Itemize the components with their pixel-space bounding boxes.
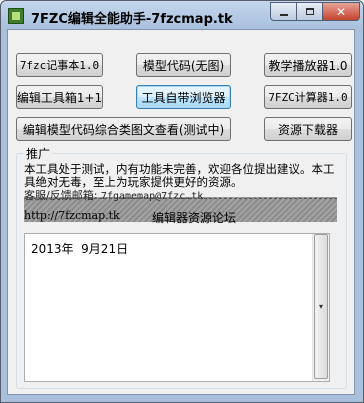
scrollbar-thumb[interactable]: ▾: [314, 234, 328, 379]
textarea-scrollbar[interactable]: ▾: [312, 234, 329, 381]
model-code-button[interactable]: 模型代码(无图): [136, 53, 231, 77]
notes-content: 2013年 9月21日: [31, 242, 129, 256]
calculator-button[interactable]: 7FZC计算器1.0: [264, 85, 352, 109]
promo-divider: [24, 198, 337, 199]
promo-forum-link[interactable]: 编辑器资源论坛: [152, 209, 236, 226]
promo-group-label: 推广: [24, 145, 53, 162]
minimize-button[interactable]: [270, 2, 297, 21]
model-viewer-button[interactable]: 编辑模型代码综合类图文查看(测试中): [16, 117, 231, 141]
window-title: 7FZC编辑全能助手-7fzcmap.tk: [31, 12, 233, 27]
promo-notice: 本工具处于测试，内有功能未完善，欢迎各位提出建议。本工具绝对无毒，至上为玩家提供…: [24, 163, 335, 189]
app-icon: [8, 8, 24, 24]
title-bar[interactable]: 7FZC编辑全能助手-7fzcmap.tk ✕: [1, 1, 363, 31]
close-button[interactable]: ✕: [323, 2, 360, 21]
promo-email[interactable]: 7fgamemap@7fzc.tk: [101, 191, 203, 202]
resource-downloader-button[interactable]: 资源下载器: [264, 117, 352, 141]
minimize-icon: [279, 13, 288, 16]
browser-button[interactable]: 工具自带浏览器: [136, 85, 231, 109]
tutorial-player-button[interactable]: 教学播放器1.0: [264, 53, 352, 77]
maximize-button[interactable]: [297, 2, 323, 21]
maximize-icon: [305, 8, 314, 15]
promo-email-row: 客服/反馈邮箱: 7fgamemap@7fzc.tk: [24, 187, 203, 203]
promo-url-link[interactable]: http://7fzcmap.tk: [24, 209, 120, 222]
notes-textarea[interactable]: 2013年 9月21日 ▾: [24, 233, 330, 382]
close-icon: ✕: [335, 4, 347, 19]
promo-email-label: 客服/反馈邮箱:: [24, 189, 98, 202]
notepad-button[interactable]: 7fzc记事本1.0: [16, 53, 103, 77]
toolbox-button[interactable]: 编辑工具箱1+1: [16, 85, 103, 109]
grip-icon: ▾: [318, 301, 323, 311]
